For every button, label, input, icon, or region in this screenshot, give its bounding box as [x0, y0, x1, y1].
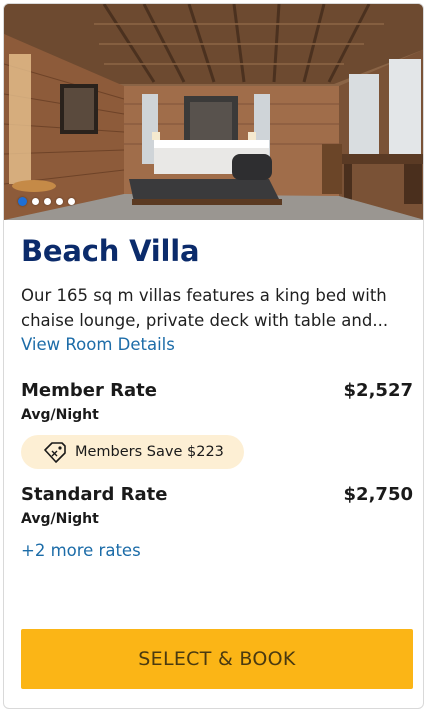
more-rates-link[interactable]: +2 more rates: [21, 539, 413, 563]
standard-rate-row: Standard Rate $2,750: [21, 483, 413, 507]
view-room-details-link[interactable]: View Room Details: [21, 333, 413, 357]
carousel-dot-5[interactable]: [68, 198, 75, 205]
carousel-dots: [18, 197, 75, 206]
standard-rate-price: $2,750: [343, 484, 413, 505]
select-and-book-button[interactable]: SELECT & BOOK: [21, 629, 413, 689]
carousel-dot-4[interactable]: [56, 198, 63, 205]
tag-icon: [44, 442, 66, 463]
room-details: Beach Villa Our 165 sq m villas features…: [21, 220, 413, 563]
carousel-dot-3[interactable]: [44, 198, 51, 205]
member-rate-unit: Avg/Night: [21, 407, 99, 423]
room-photo[interactable]: [4, 4, 423, 220]
standard-rate-name: Standard Rate: [21, 484, 168, 505]
member-savings-badge: Members Save $223: [21, 435, 244, 469]
room-title: Beach Villa: [21, 234, 200, 268]
member-savings-text: Members Save $223: [75, 444, 224, 460]
member-rate-price: $2,527: [343, 380, 413, 401]
carousel-dot-2[interactable]: [32, 198, 39, 205]
room-card: Beach Villa Our 165 sq m villas features…: [3, 3, 424, 709]
standard-rate-unit: Avg/Night: [21, 511, 99, 527]
carousel-dot-1[interactable]: [18, 197, 27, 206]
room-photo-illustration: [4, 4, 423, 220]
room-description: Our 165 sq m villas features a king bed …: [21, 286, 389, 330]
member-rate-name: Member Rate: [21, 380, 157, 401]
member-rate-row: Member Rate $2,527: [21, 379, 413, 403]
member-rate-section: Member Rate $2,527 Avg/Night Members Sav…: [21, 379, 413, 469]
standard-rate-section: Standard Rate $2,750 Avg/Night: [21, 483, 413, 529]
